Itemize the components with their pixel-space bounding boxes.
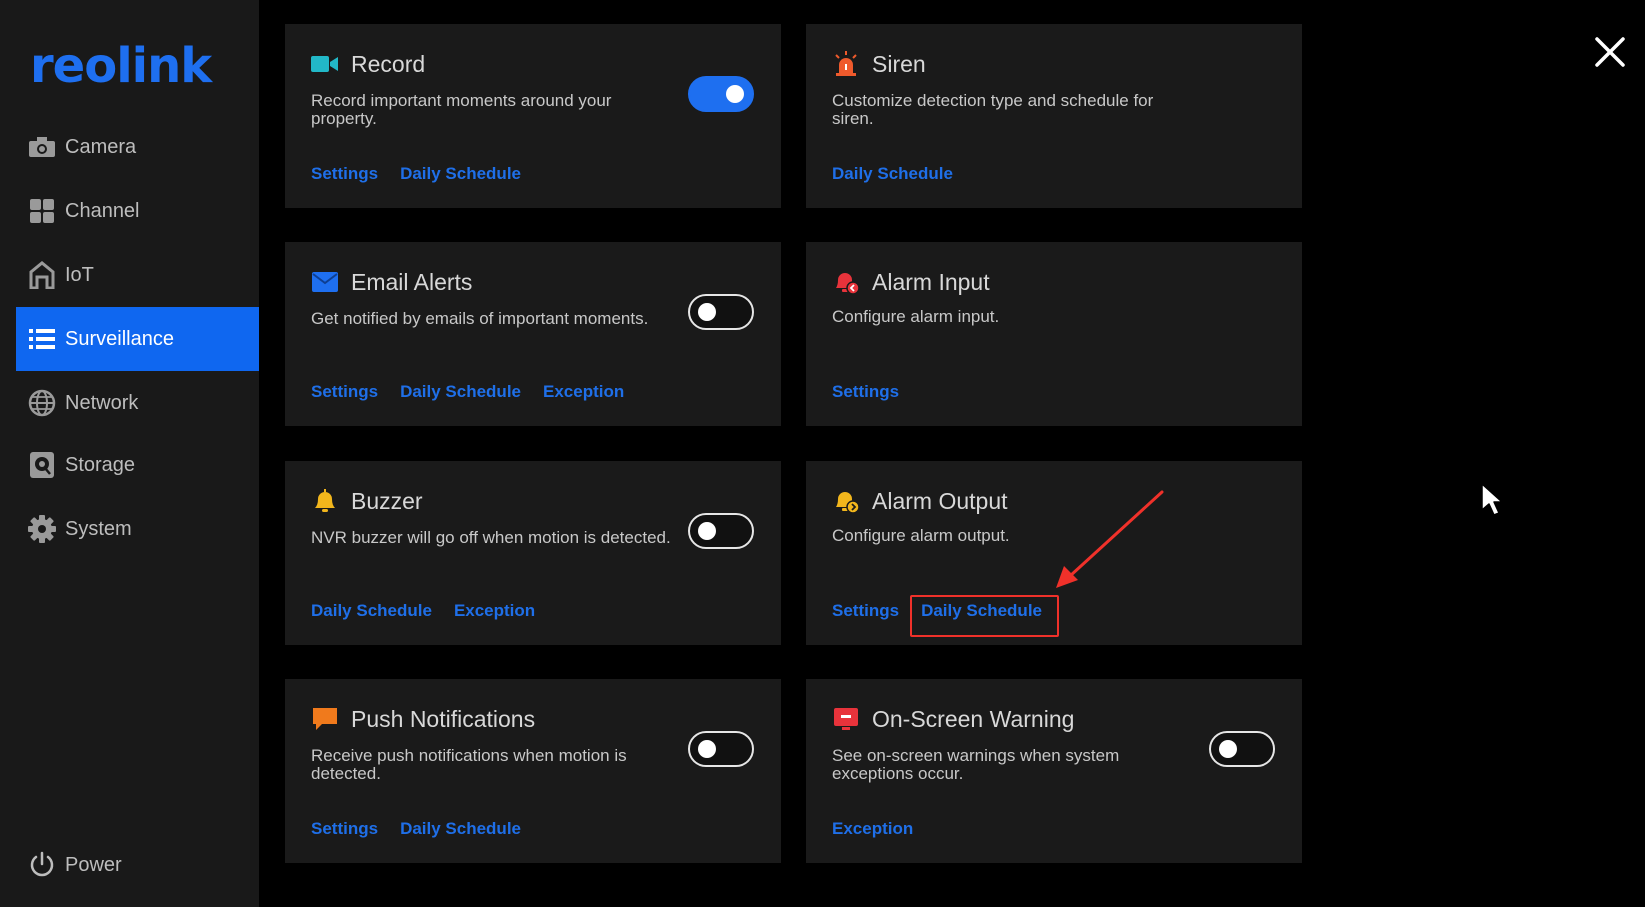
power-icon — [27, 850, 57, 880]
alarm-input-title: Alarm Input — [872, 268, 990, 295]
alarm-input-card: Alarm Input Configure alarm input. Setti… — [806, 242, 1302, 426]
siren-title: Siren — [872, 50, 926, 77]
sidebar-item-label: Surveillance — [65, 327, 174, 350]
sidebar-item-label: Channel — [65, 199, 140, 222]
gear-icon — [27, 514, 57, 544]
siren-card: Siren Customize detection type and sched… — [806, 24, 1302, 208]
email-alerts-title: Email Alerts — [351, 268, 473, 295]
power-button[interactable]: Power — [16, 845, 122, 885]
video-camera-icon — [311, 50, 339, 78]
camera-icon — [27, 132, 57, 162]
warning-exception-link[interactable]: Exception — [832, 819, 913, 839]
buzzer-exception-link[interactable]: Exception — [454, 601, 535, 621]
power-label: Power — [65, 853, 122, 876]
alarm-input-bell-icon — [832, 268, 860, 296]
siren-description: Customize detection type and schedule fo… — [832, 91, 1154, 128]
envelope-icon — [311, 268, 339, 296]
record-title: Record — [351, 50, 426, 77]
email-exception-link[interactable]: Exception — [543, 382, 624, 402]
alarm-input-settings-link[interactable]: Settings — [832, 382, 899, 402]
sidebar-item-system[interactable]: System — [16, 497, 259, 561]
push-daily-schedule-link[interactable]: Daily Schedule — [400, 819, 521, 839]
alarm-output-title: Alarm Output — [872, 487, 1008, 514]
push-notifications-description: Receive push notifications when motion i… — [311, 746, 627, 783]
sidebar-item-channel[interactable]: Channel — [16, 179, 259, 243]
chat-bubble-icon — [311, 705, 339, 733]
on-screen-warning-toggle[interactable] — [1209, 731, 1275, 767]
alarm-input-description: Configure alarm input. — [832, 307, 1000, 326]
record-toggle[interactable] — [688, 76, 754, 112]
bell-icon — [311, 487, 339, 515]
record-settings-link[interactable]: Settings — [311, 164, 378, 184]
buzzer-daily-schedule-link[interactable]: Daily Schedule — [311, 601, 432, 621]
sidebar: reolink Camera Channel IoT Surveillance … — [0, 0, 259, 907]
buzzer-card: Buzzer NVR buzzer will go off when motio… — [285, 461, 781, 645]
sidebar-item-surveillance[interactable]: Surveillance — [16, 307, 259, 371]
buzzer-toggle[interactable] — [688, 513, 754, 549]
email-alerts-toggle[interactable] — [688, 294, 754, 330]
record-description: Record important moments around your pro… — [311, 91, 612, 128]
sidebar-item-iot[interactable]: IoT — [16, 243, 259, 307]
push-notifications-title: Push Notifications — [351, 705, 536, 732]
annotation-arrow-icon — [1056, 490, 1164, 588]
alarm-output-bell-icon — [832, 487, 860, 515]
alarm-output-settings-link[interactable]: Settings — [832, 601, 899, 621]
home-icon — [27, 260, 57, 290]
on-screen-warning-title: On-Screen Warning — [872, 705, 1075, 732]
sidebar-item-label: IoT — [65, 263, 94, 286]
sidebar-item-storage[interactable]: Storage — [16, 433, 259, 497]
list-icon — [27, 324, 57, 354]
globe-icon — [27, 388, 57, 418]
email-settings-link[interactable]: Settings — [311, 382, 378, 402]
record-card: Record Record important moments around y… — [285, 24, 781, 208]
push-settings-link[interactable]: Settings — [311, 819, 378, 839]
siren-icon — [832, 50, 860, 78]
email-daily-schedule-link[interactable]: Daily Schedule — [400, 382, 521, 402]
sidebar-item-network[interactable]: Network — [16, 371, 259, 435]
siren-daily-schedule-link[interactable]: Daily Schedule — [832, 164, 953, 184]
annotation-highlight-box — [910, 595, 1059, 637]
email-alerts-card: Email Alerts Get notified by emails of i… — [285, 242, 781, 426]
record-daily-schedule-link[interactable]: Daily Schedule — [400, 164, 521, 184]
buzzer-description: NVR buzzer will go off when motion is de… — [311, 528, 671, 547]
sidebar-item-label: System — [65, 517, 132, 540]
sidebar-item-label: Storage — [65, 453, 136, 476]
buzzer-title: Buzzer — [351, 487, 423, 514]
reolink-logo: reolink — [30, 38, 212, 94]
email-alerts-description: Get notified by emails of important mome… — [311, 309, 649, 328]
monitor-warning-icon — [832, 705, 860, 733]
sidebar-item-label: Network — [65, 391, 139, 414]
push-notifications-toggle[interactable] — [688, 731, 754, 767]
on-screen-warning-description: See on-screen warnings when system excep… — [832, 746, 1120, 783]
sidebar-item-camera[interactable]: Camera — [16, 115, 259, 179]
mouse-cursor-icon — [1481, 483, 1503, 516]
grid-icon — [27, 196, 57, 226]
on-screen-warning-card: On-Screen Warning See on-screen warnings… — [806, 679, 1302, 863]
close-icon[interactable] — [1592, 34, 1628, 70]
sidebar-item-label: Camera — [65, 135, 137, 158]
push-notifications-card: Push Notifications Receive push notifica… — [285, 679, 781, 863]
storage-icon — [27, 450, 57, 480]
